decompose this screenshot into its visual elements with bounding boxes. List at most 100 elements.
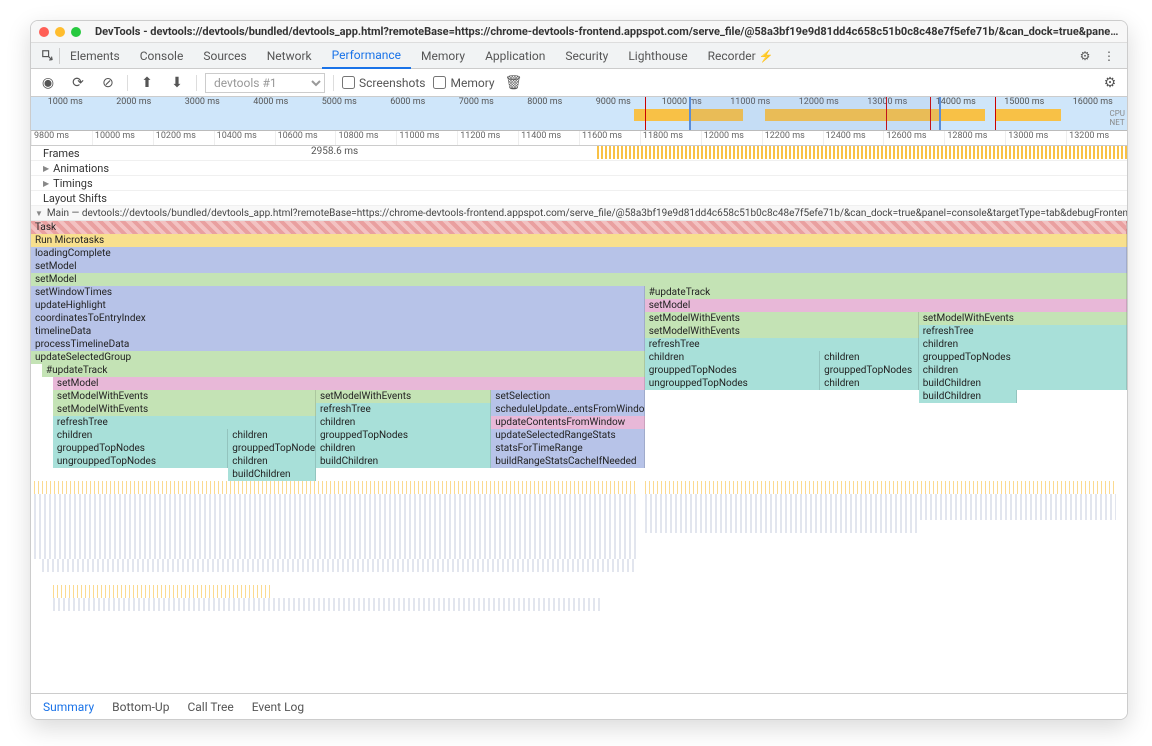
tab-recorder[interactable]: Recorder ⚡	[698, 43, 784, 69]
record-icon[interactable]: ◉	[37, 75, 59, 91]
details-tabs: Summary Bottom-Up Call Tree Event Log	[31, 693, 1127, 719]
flame-bar[interactable]: setModelWithEvents	[919, 312, 1127, 325]
flame-bar[interactable]: children	[228, 429, 316, 442]
flame-bar[interactable]: children	[645, 351, 820, 364]
flame-bar[interactable]: updateContentsFromWindow	[491, 416, 644, 429]
flame-bar[interactable]: grouppedTopNodes	[316, 429, 491, 442]
reload-icon[interactable]: ⟳	[67, 75, 89, 91]
flame-bar[interactable]: ungrouppedTopNodes	[645, 377, 820, 390]
context-select[interactable]: devtools #1	[205, 73, 325, 93]
flame-bar[interactable]: setModel	[645, 299, 1127, 312]
details-tab-call-tree[interactable]: Call Tree	[187, 700, 233, 714]
flame-bar[interactable]: updateHighlight	[31, 299, 645, 312]
flame-bar	[31, 416, 53, 429]
track-frames[interactable]: Frames2958.6 ms	[31, 146, 1127, 161]
flame-bar[interactable]: coordinatesToEntryIndex	[31, 312, 645, 325]
flame-bar[interactable]: statsForTimeRange	[491, 442, 644, 455]
trash-icon[interactable]: 🗑	[503, 75, 525, 91]
flame-bar[interactable]: ungrouppedTopNodes	[53, 455, 228, 468]
flame-bar[interactable]: children	[228, 455, 316, 468]
flame-chart[interactable]: TaskRun MicrotasksloadingCompletesetMode…	[31, 221, 1127, 481]
track-layout-shifts[interactable]: Layout Shifts	[31, 191, 1127, 206]
main-thread-header[interactable]: ▼Main — devtools://devtools/bundled/devt…	[31, 206, 1127, 221]
flame-bar[interactable]: setModel	[31, 273, 1127, 286]
flame-bar[interactable]: buildChildren	[228, 468, 316, 481]
flame-bar[interactable]: setModelWithEvents	[645, 325, 919, 338]
tab-security[interactable]: Security	[555, 43, 618, 69]
flame-bar[interactable]: children	[919, 338, 1127, 351]
details-tab-bottom-up[interactable]: Bottom-Up	[112, 700, 169, 714]
tab-sources[interactable]: Sources	[193, 43, 256, 69]
screenshots-checkbox[interactable]: Screenshots	[342, 76, 425, 90]
flame-bar[interactable]: refreshTree	[645, 338, 919, 351]
track-animations[interactable]: ▶Animations	[31, 161, 1127, 176]
details-tab-summary[interactable]: Summary	[43, 700, 94, 714]
tracks-pane[interactable]: Frames2958.6 ms▶Animations▶TimingsLayout…	[31, 146, 1127, 693]
flame-bar[interactable]: buildChildren	[919, 377, 1127, 390]
flame-bar[interactable]: children	[316, 442, 491, 455]
expand-arrow-icon[interactable]: ▶	[43, 179, 49, 188]
flame-bar[interactable]: timelineData	[31, 325, 645, 338]
tab-network[interactable]: Network	[257, 43, 322, 69]
flame-bar[interactable]: buildChildren	[919, 390, 1018, 403]
flame-bar	[645, 390, 919, 403]
flame-bar[interactable]: updateSelectedGroup	[31, 351, 645, 364]
flame-bar[interactable]: refreshTree	[919, 325, 1127, 338]
tab-lighthouse[interactable]: Lighthouse	[618, 43, 697, 69]
close-icon[interactable]	[39, 27, 49, 37]
tab-application[interactable]: Application	[475, 43, 555, 69]
flame-bar[interactable]: grouppedTopNodes	[228, 442, 316, 455]
tab-elements[interactable]: Elements	[60, 43, 130, 69]
flame-bar[interactable]: children	[919, 364, 1127, 377]
flame-bar[interactable]: grouppedTopNodes	[820, 364, 919, 377]
download-icon[interactable]: ⬇	[166, 75, 188, 91]
flame-bar[interactable]: updateSelectedRangeStats	[491, 429, 644, 442]
more-icon[interactable]: ⋮	[1097, 49, 1121, 63]
flame-bar	[31, 364, 42, 377]
memory-checkbox[interactable]: Memory	[433, 76, 494, 90]
upload-icon[interactable]: ⬆	[136, 75, 158, 91]
flame-bar[interactable]: buildRangeStatsCacheIfNeeded	[491, 455, 644, 468]
track-timings[interactable]: ▶Timings	[31, 176, 1127, 191]
settings-gear-icon[interactable]: ⚙	[1099, 75, 1121, 91]
flame-bar[interactable]: setModelWithEvents	[53, 390, 316, 403]
flame-bar[interactable]: loadingComplete	[31, 247, 1127, 260]
flame-bar[interactable]: refreshTree	[316, 403, 491, 416]
flame-bar[interactable]: children	[316, 416, 491, 429]
flame-bar[interactable]: grouppedTopNodes	[645, 364, 820, 377]
overview-timeline[interactable]: 1000 ms2000 ms3000 ms4000 ms5000 ms6000 …	[31, 97, 1127, 131]
flame-bar[interactable]: grouppedTopNodes	[53, 442, 228, 455]
tab-memory[interactable]: Memory	[411, 43, 475, 69]
flame-bar[interactable]: children	[820, 351, 919, 364]
flame-bar[interactable]: Task	[31, 221, 1127, 234]
flame-bar[interactable]: setModel	[53, 377, 645, 390]
flame-bar[interactable]: setModelWithEvents	[645, 312, 919, 325]
flame-bar[interactable]: setModelWithEvents	[53, 403, 316, 416]
clear-icon[interactable]: ⊘	[97, 75, 119, 91]
flame-bar[interactable]: grouppedTopNodes	[919, 351, 1127, 364]
tab-console[interactable]: Console	[130, 43, 194, 69]
flame-bar[interactable]: #updateTrack	[42, 364, 645, 377]
tab-performance[interactable]: Performance	[322, 43, 411, 69]
inspect-icon[interactable]	[37, 49, 59, 63]
flame-bar[interactable]: setModel	[31, 260, 1127, 273]
flame-bar[interactable]: Run Microtasks	[31, 234, 1127, 247]
flame-bar[interactable]: buildChildren	[316, 455, 491, 468]
flame-bar[interactable]: children	[820, 377, 919, 390]
overview-labels: CPU NET	[1110, 109, 1125, 127]
details-tab-event-log[interactable]: Event Log	[252, 700, 304, 714]
maximize-icon[interactable]	[71, 27, 81, 37]
flame-bar	[31, 455, 53, 468]
expand-arrow-icon[interactable]: ▶	[43, 164, 49, 173]
panel-tabs: ElementsConsoleSourcesNetworkPerformance…	[31, 43, 1127, 69]
flame-bar[interactable]: processTimelineData	[31, 338, 645, 351]
flame-bar[interactable]: setModelWithEvents	[316, 390, 491, 403]
flame-bar[interactable]: refreshTree	[53, 416, 316, 429]
flame-bar[interactable]: children	[53, 429, 228, 442]
settings-icon[interactable]: ⚙	[1073, 49, 1097, 63]
flame-bar[interactable]: setWindowTimes	[31, 286, 645, 299]
flame-bar[interactable]: #updateTrack	[645, 286, 1127, 299]
minimize-icon[interactable]	[55, 27, 65, 37]
flame-bar[interactable]: scheduleUpdate…entsFromWindow	[491, 403, 644, 416]
flame-bar[interactable]: setSelection	[491, 390, 644, 403]
